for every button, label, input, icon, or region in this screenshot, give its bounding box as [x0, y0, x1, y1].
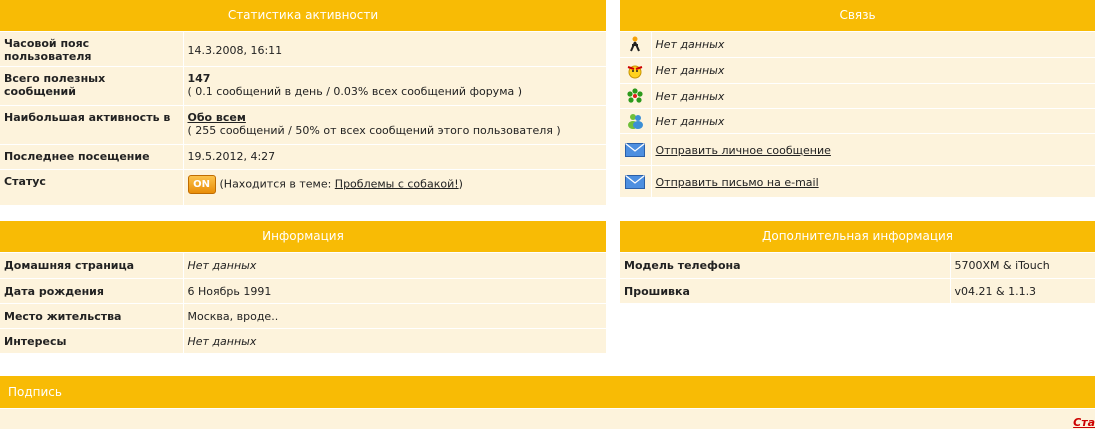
icq-icon — [627, 87, 643, 103]
signature-title: Подпись — [8, 385, 62, 399]
posts-count: 147 — [187, 71, 211, 85]
table-row: Модель телефона 5700XM & iTouch — [620, 253, 1095, 279]
yahoo-icon — [627, 65, 643, 78]
posts-detail: ( 0.1 сообщений в день / 0.03% всех сооб… — [187, 84, 523, 98]
msn-value: Нет данных — [651, 108, 1095, 134]
table-row: Статус ON (Находится в теме: Проблемы с с… — [0, 169, 606, 206]
table-row: Отправить личное сообщение — [620, 133, 1095, 166]
last-visit-value: 19.5.2012, 4:27 — [183, 144, 606, 170]
extra-info-panel: Дополнительная информация Модель телефон… — [620, 221, 1095, 304]
table-row: Прошивка v04.21 & 1.1.3 — [620, 278, 1095, 304]
table-row: Нет данных — [620, 32, 1095, 58]
interests-label: Интересы — [0, 328, 184, 354]
table-row: Нет данных — [620, 108, 1095, 134]
table-row: Нет данных — [620, 83, 1095, 109]
phone-model-label: Модель телефона — [620, 253, 951, 279]
table-row: Отправить письмо на e-mail — [620, 165, 1095, 198]
signature-corner-link[interactable]: Ста — [1073, 416, 1095, 429]
table-row: Наибольшая активность в Обо всем ( 255 с… — [0, 105, 606, 145]
table-row: Последнее посещение 19.5.2012, 4:27 — [0, 144, 606, 170]
table-row: Всего полезных сообщений 147 ( 0.1 сообщ… — [0, 66, 606, 106]
timezone-value: 14.3.2008, 16:11 — [183, 32, 606, 67]
status-suffix: ) — [458, 177, 463, 190]
send-private-message-link[interactable]: Отправить личное сообщение — [656, 144, 831, 157]
activity-panel: Статистика активности Часовой пояс польз… — [0, 0, 606, 206]
yahoo-value: Нет данных — [651, 57, 1095, 84]
table-row: Домашняя страница Нет данных — [0, 253, 606, 279]
homepage-value: Нет данных — [183, 253, 606, 279]
birthdate-label: Дата рождения — [0, 278, 184, 304]
activity-header: Статистика активности — [0, 0, 606, 32]
timezone-label: Часовой пояс пользователя — [0, 32, 184, 67]
icq-value: Нет данных — [651, 83, 1095, 109]
current-topic-link[interactable]: Проблемы с собакой! — [335, 177, 459, 190]
msn-icon — [628, 113, 644, 129]
extra-info-header: Дополнительная информация — [620, 221, 1095, 253]
online-badge: ON — [187, 174, 216, 194]
most-active-label: Наибольшая активность в — [0, 105, 184, 145]
location-label: Место жительства — [0, 303, 184, 329]
homepage-label: Домашняя страница — [0, 253, 184, 279]
posts-label: Всего полезных сообщений — [0, 66, 184, 106]
status-prefix: (Находится в теме: — [219, 177, 335, 190]
interests-value: Нет данных — [183, 328, 606, 354]
envelope-icon[interactable] — [625, 174, 646, 189]
firmware-label: Прошивка — [620, 278, 951, 304]
table-row: Место жительства Москва, вроде.. — [0, 303, 606, 329]
send-email-link[interactable]: Отправить письмо на e-mail — [656, 176, 819, 189]
table-row: Нет данных — [620, 57, 1095, 84]
most-active-forum-link[interactable]: Обо всем — [188, 111, 246, 124]
table-row: Дата рождения 6 Ноябрь 1991 — [0, 278, 606, 304]
info-header: Информация — [0, 221, 606, 253]
signature-header: Подпись — [0, 376, 1095, 409]
firmware-value: v04.21 & 1.1.3 — [950, 278, 1095, 304]
table-row: Часовой пояс пользователя 14.3.2008, 16:… — [0, 32, 606, 67]
status-label: Статус — [0, 169, 184, 206]
phone-model-value: 5700XM & iTouch — [950, 253, 1095, 279]
last-visit-label: Последнее посещение — [0, 144, 184, 170]
birthdate-value: 6 Ноябрь 1991 — [183, 278, 606, 304]
aim-value: Нет данных — [651, 32, 1095, 58]
table-row: Интересы Нет данных — [0, 328, 606, 354]
signature-body: Ста — [0, 409, 1095, 429]
envelope-icon[interactable] — [625, 142, 646, 157]
location-value: Москва, вроде.. — [183, 303, 606, 329]
most-active-detail: ( 255 сообщений / 50% от всех сообщений … — [187, 123, 561, 137]
contact-panel: Связь Нет данных Нет данных Нет данных Н… — [620, 0, 1095, 198]
aim-icon — [630, 36, 641, 52]
info-panel: Информация Домашняя страница Нет данных … — [0, 221, 606, 354]
contact-header: Связь — [620, 0, 1095, 32]
